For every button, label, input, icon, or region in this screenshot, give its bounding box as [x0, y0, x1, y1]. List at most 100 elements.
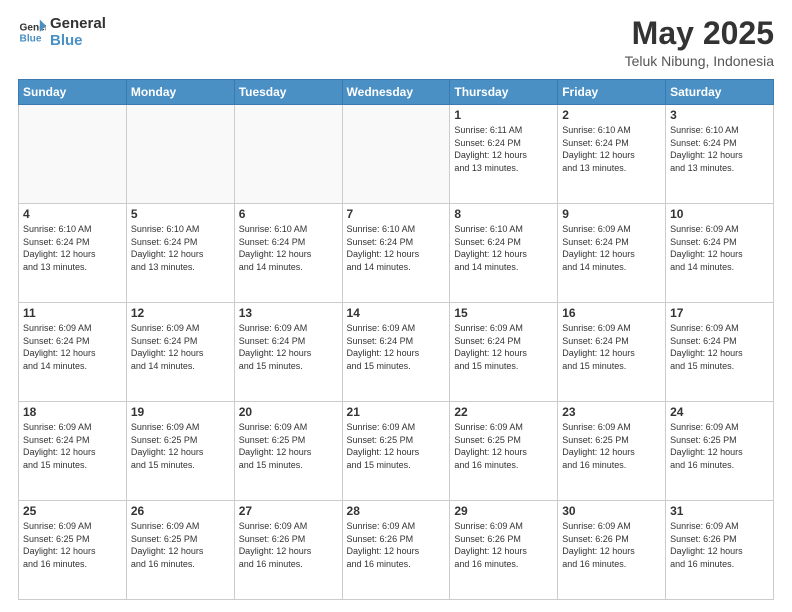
day-info: Sunrise: 6:09 AMSunset: 6:25 PMDaylight:… [239, 421, 338, 471]
calendar-cell: 19 Sunrise: 6:09 AMSunset: 6:25 PMDayligh… [126, 402, 234, 501]
svg-text:Blue: Blue [20, 33, 42, 44]
day-number: 31 [670, 504, 769, 518]
calendar-cell: 14 Sunrise: 6:09 AMSunset: 6:24 PMDayligh… [342, 303, 450, 402]
calendar-cell [19, 105, 127, 204]
day-number: 7 [347, 207, 446, 221]
calendar-cell: 27 Sunrise: 6:09 AMSunset: 6:26 PMDayligh… [234, 501, 342, 600]
day-info: Sunrise: 6:09 AMSunset: 6:24 PMDaylight:… [454, 322, 553, 372]
day-number: 1 [454, 108, 553, 122]
calendar-cell [126, 105, 234, 204]
day-info: Sunrise: 6:09 AMSunset: 6:26 PMDaylight:… [670, 520, 769, 570]
calendar-cell: 23 Sunrise: 6:09 AMSunset: 6:25 PMDayligh… [558, 402, 666, 501]
day-number: 17 [670, 306, 769, 320]
day-number: 9 [562, 207, 661, 221]
day-info: Sunrise: 6:09 AMSunset: 6:25 PMDaylight:… [670, 421, 769, 471]
weekday-header-friday: Friday [558, 80, 666, 105]
day-info: Sunrise: 6:09 AMSunset: 6:24 PMDaylight:… [562, 223, 661, 273]
day-number: 5 [131, 207, 230, 221]
logo-line2: Blue [50, 33, 106, 50]
calendar-cell: 16 Sunrise: 6:09 AMSunset: 6:24 PMDayligh… [558, 303, 666, 402]
calendar-cell: 10 Sunrise: 6:09 AMSunset: 6:24 PMDayligh… [666, 204, 774, 303]
calendar-cell: 31 Sunrise: 6:09 AMSunset: 6:26 PMDayligh… [666, 501, 774, 600]
day-number: 12 [131, 306, 230, 320]
day-info: Sunrise: 6:09 AMSunset: 6:24 PMDaylight:… [670, 223, 769, 273]
day-number: 16 [562, 306, 661, 320]
calendar-cell: 30Sunrise: 6:09 AMSunset: 6:26 PMDayligh… [558, 501, 666, 600]
calendar-cell: 22Sunrise: 6:09 AMSunset: 6:25 PMDayligh… [450, 402, 558, 501]
day-number: 14 [347, 306, 446, 320]
day-info: Sunrise: 6:09 AMSunset: 6:24 PMDaylight:… [131, 322, 230, 372]
day-number: 2 [562, 108, 661, 122]
calendar-cell: 26Sunrise: 6:09 AMSunset: 6:25 PMDayligh… [126, 501, 234, 600]
day-info: Sunrise: 6:10 AMSunset: 6:24 PMDaylight:… [670, 124, 769, 174]
day-number: 20 [239, 405, 338, 419]
calendar-cell: 12 Sunrise: 6:09 AMSunset: 6:24 PMDayligh… [126, 303, 234, 402]
day-info: Sunrise: 6:09 AMSunset: 6:26 PMDaylight:… [347, 520, 446, 570]
logo-line1: General [50, 16, 106, 33]
calendar: SundayMondayTuesdayWednesdayThursdayFrid… [18, 79, 774, 600]
calendar-cell: 8 Sunrise: 6:10 AMSunset: 6:24 PMDaylight… [450, 204, 558, 303]
day-info: Sunrise: 6:09 AMSunset: 6:25 PMDaylight:… [23, 520, 122, 570]
day-info: Sunrise: 6:11 AMSunset: 6:24 PMDaylight:… [454, 124, 553, 174]
day-info: Sunrise: 6:09 AMSunset: 6:24 PMDaylight:… [347, 322, 446, 372]
calendar-cell: 29Sunrise: 6:09 AMSunset: 6:26 PMDayligh… [450, 501, 558, 600]
day-number: 8 [454, 207, 553, 221]
day-number: 21 [347, 405, 446, 419]
calendar-cell: 20 Sunrise: 6:09 AMSunset: 6:25 PMDayligh… [234, 402, 342, 501]
calendar-cell: 5Sunrise: 6:10 AMSunset: 6:24 PMDaylight… [126, 204, 234, 303]
day-info: Sunrise: 6:09 AMSunset: 6:24 PMDaylight:… [23, 421, 122, 471]
day-number: 4 [23, 207, 122, 221]
day-number: 28 [347, 504, 446, 518]
day-info: Sunrise: 6:09 AMSunset: 6:26 PMDaylight:… [239, 520, 338, 570]
day-number: 25 [23, 504, 122, 518]
calendar-cell: 28 Sunrise: 6:09 AMSunset: 6:26 PMDayligh… [342, 501, 450, 600]
day-number: 24 [670, 405, 769, 419]
day-number: 13 [239, 306, 338, 320]
subtitle: Teluk Nibung, Indonesia [625, 53, 774, 69]
day-info: Sunrise: 6:10 AMSunset: 6:24 PMDaylight:… [239, 223, 338, 273]
day-info: Sunrise: 6:10 AMSunset: 6:24 PMDaylight:… [454, 223, 553, 273]
calendar-cell [342, 105, 450, 204]
day-number: 10 [670, 207, 769, 221]
calendar-cell: 17 Sunrise: 6:09 AMSunset: 6:24 PMDayligh… [666, 303, 774, 402]
calendar-cell: 3 Sunrise: 6:10 AMSunset: 6:24 PMDaylight… [666, 105, 774, 204]
weekday-header-thursday: Thursday [450, 80, 558, 105]
main-title: May 2025 [625, 16, 774, 51]
weekday-header-tuesday: Tuesday [234, 80, 342, 105]
day-number: 3 [670, 108, 769, 122]
weekday-header-monday: Monday [126, 80, 234, 105]
day-number: 11 [23, 306, 122, 320]
day-number: 22 [454, 405, 553, 419]
day-info: Sunrise: 6:09 AMSunset: 6:25 PMDaylight:… [562, 421, 661, 471]
title-block: May 2025 Teluk Nibung, Indonesia [625, 16, 774, 69]
logo-icon: General Blue [18, 18, 46, 46]
calendar-cell: 25 Sunrise: 6:09 AMSunset: 6:25 PMDayligh… [19, 501, 127, 600]
calendar-cell: 11Sunrise: 6:09 AMSunset: 6:24 PMDayligh… [19, 303, 127, 402]
day-number: 23 [562, 405, 661, 419]
calendar-cell: 24 Sunrise: 6:09 AMSunset: 6:25 PMDayligh… [666, 402, 774, 501]
day-info: Sunrise: 6:09 AMSunset: 6:24 PMDaylight:… [239, 322, 338, 372]
logo: General Blue General Blue [18, 16, 106, 49]
day-info: Sunrise: 6:09 AMSunset: 6:24 PMDaylight:… [562, 322, 661, 372]
day-info: Sunrise: 6:09 AMSunset: 6:25 PMDaylight:… [131, 421, 230, 471]
day-info: Sunrise: 6:09 AMSunset: 6:26 PMDaylight:… [562, 520, 661, 570]
calendar-cell: 6Sunrise: 6:10 AMSunset: 6:24 PMDaylight… [234, 204, 342, 303]
day-info: Sunrise: 6:10 AMSunset: 6:24 PMDaylight:… [23, 223, 122, 273]
header: General Blue General Blue May 2025 Teluk… [18, 16, 774, 69]
weekday-header-saturday: Saturday [666, 80, 774, 105]
day-number: 15 [454, 306, 553, 320]
calendar-cell: 21Sunrise: 6:09 AMSunset: 6:25 PMDayligh… [342, 402, 450, 501]
day-info: Sunrise: 6:09 AMSunset: 6:25 PMDaylight:… [131, 520, 230, 570]
day-info: Sunrise: 6:10 AMSunset: 6:24 PMDaylight:… [562, 124, 661, 174]
day-info: Sunrise: 6:09 AMSunset: 6:24 PMDaylight:… [670, 322, 769, 372]
day-number: 27 [239, 504, 338, 518]
calendar-cell: 4 Sunrise: 6:10 AMSunset: 6:24 PMDaylight… [19, 204, 127, 303]
calendar-cell: 13 Sunrise: 6:09 AMSunset: 6:24 PMDayligh… [234, 303, 342, 402]
day-info: Sunrise: 6:10 AMSunset: 6:24 PMDaylight:… [347, 223, 446, 273]
calendar-cell [234, 105, 342, 204]
day-number: 29 [454, 504, 553, 518]
calendar-cell: 1 Sunrise: 6:11 AMSunset: 6:24 PMDaylight… [450, 105, 558, 204]
day-number: 19 [131, 405, 230, 419]
calendar-cell: 2 Sunrise: 6:10 AMSunset: 6:24 PMDaylight… [558, 105, 666, 204]
calendar-cell: 15 Sunrise: 6:09 AMSunset: 6:24 PMDayligh… [450, 303, 558, 402]
